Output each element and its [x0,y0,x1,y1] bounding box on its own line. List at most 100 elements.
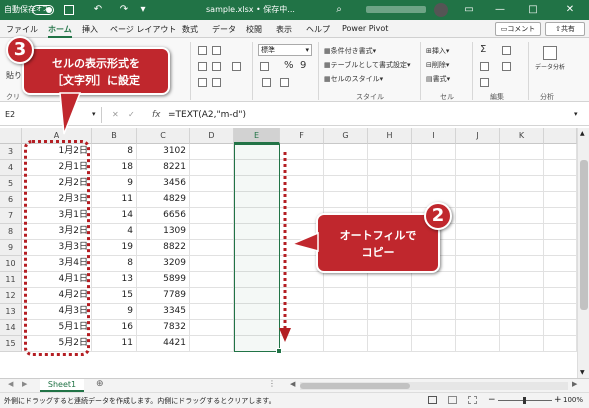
cell-c[interactable]: 7789 [137,288,190,304]
align-left-icon[interactable] [198,62,207,71]
sort-filter-icon[interactable] [502,46,511,55]
cell-b[interactable]: 13 [92,272,137,288]
cell-d[interactable] [190,192,234,208]
cell-g[interactable] [324,192,368,208]
cell-c[interactable]: 8221 [137,160,190,176]
cell-l[interactable] [544,320,577,336]
cell-b[interactable]: 16 [92,320,137,336]
cell-b[interactable]: 15 [92,288,137,304]
cell-k[interactable] [500,336,544,352]
cell-l[interactable] [544,208,577,224]
enter-icon[interactable]: ✓ [128,110,135,119]
column-header-i[interactable]: I [412,128,456,144]
normal-view-icon[interactable] [428,396,437,404]
cell-c[interactable]: 5899 [137,272,190,288]
cell-h[interactable] [368,336,412,352]
column-header-h[interactable]: H [368,128,412,144]
wrap-text-icon[interactable] [212,78,221,87]
cell-d[interactable] [190,336,234,352]
currency-icon[interactable] [260,62,269,71]
zoom-in-icon[interactable]: + [554,395,562,405]
autosum-button[interactable]: Σ [480,44,486,55]
next-sheet-icon[interactable]: ▶ [22,380,27,388]
minimize-icon[interactable]: — [494,4,506,16]
cell-g[interactable] [324,272,368,288]
row-header[interactable]: 5 [0,176,22,192]
cell-i[interactable] [412,320,456,336]
row-header[interactable]: 9 [0,240,22,256]
tab-power-pivot[interactable]: Power Pivot [342,24,388,33]
cell-l[interactable] [544,160,577,176]
cell-g[interactable] [324,176,368,192]
scroll-down-icon[interactable]: ▼ [580,369,585,376]
align-top-icon[interactable] [198,46,207,55]
tab-help[interactable]: ヘルプ [306,24,330,35]
formula-input[interactable]: =TEXT(A2,"m-d") [168,107,246,123]
fill-icon[interactable] [480,62,489,71]
cell-f[interactable] [280,144,324,160]
cell-l[interactable] [544,288,577,304]
cell-k[interactable] [500,208,544,224]
cell-b[interactable]: 11 [92,192,137,208]
indent-icon[interactable] [198,78,207,87]
zoom-level[interactable]: 100% [563,396,583,404]
cell-f[interactable] [280,288,324,304]
vertical-scrollbar[interactable]: ▲ ▼ [577,128,589,378]
tab-home[interactable]: ホーム [48,24,72,38]
row-header[interactable]: 6 [0,192,22,208]
column-header-k[interactable]: K [500,128,544,144]
cell-d[interactable] [190,320,234,336]
cell-j[interactable] [456,288,500,304]
row-header[interactable]: 11 [0,272,22,288]
format-cells-button[interactable]: ▤書式▾ [426,74,450,84]
cell-f[interactable] [280,192,324,208]
prev-sheet-icon[interactable]: ◀ [8,380,13,388]
cell-h[interactable] [368,272,412,288]
cell-c[interactable]: 4421 [137,336,190,352]
row-header[interactable]: 14 [0,320,22,336]
cell-l[interactable] [544,144,577,160]
conditional-format-button[interactable]: ▦条件付き書式▾ [324,46,376,56]
select-all-corner[interactable] [0,128,22,144]
cell-h[interactable] [368,288,412,304]
redo-icon[interactable]: ↷ [118,4,130,16]
cell-b[interactable]: 8 [92,256,137,272]
cell-f[interactable] [280,320,324,336]
close-icon[interactable]: ✕ [564,4,576,16]
cell-i[interactable] [412,160,456,176]
row-header[interactable]: 13 [0,304,22,320]
number-format-select[interactable]: 標準 ▾ [258,44,312,56]
format-as-table-button[interactable]: ▦テーブルとして書式設定▾ [324,60,411,70]
column-header-e[interactable]: E [234,128,280,144]
cell-k[interactable] [500,288,544,304]
row-header[interactable]: 4 [0,160,22,176]
cell-j[interactable] [456,160,500,176]
cell-c[interactable]: 3456 [137,176,190,192]
cell-k[interactable] [500,192,544,208]
cell-i[interactable] [412,336,456,352]
cell-c[interactable]: 3345 [137,304,190,320]
undo-icon[interactable]: ↶ [92,4,104,16]
cell-b[interactable]: 19 [92,240,137,256]
cell-c[interactable]: 4829 [137,192,190,208]
cell-k[interactable] [500,272,544,288]
column-header-j[interactable]: J [456,128,500,144]
more-options-icon[interactable]: ⋮ [268,379,276,388]
data-analysis-icon[interactable] [543,46,557,60]
cell-d[interactable] [190,304,234,320]
cell-d[interactable] [190,176,234,192]
vertical-scroll-thumb[interactable] [580,160,588,310]
maximize-icon[interactable]: □ [527,4,539,16]
zoom-out-icon[interactable]: − [488,395,496,405]
cell-i[interactable] [412,144,456,160]
scroll-up-icon[interactable]: ▲ [580,130,585,137]
cell-b[interactable]: 11 [92,336,137,352]
cell-f[interactable] [280,160,324,176]
hscroll-left-icon[interactable]: ◀ [290,380,295,388]
avatar[interactable] [434,3,448,17]
cell-b[interactable]: 18 [92,160,137,176]
insert-function-button[interactable]: fx [152,107,161,123]
cell-f[interactable] [280,336,324,352]
cell-k[interactable] [500,304,544,320]
cell-g[interactable] [324,144,368,160]
